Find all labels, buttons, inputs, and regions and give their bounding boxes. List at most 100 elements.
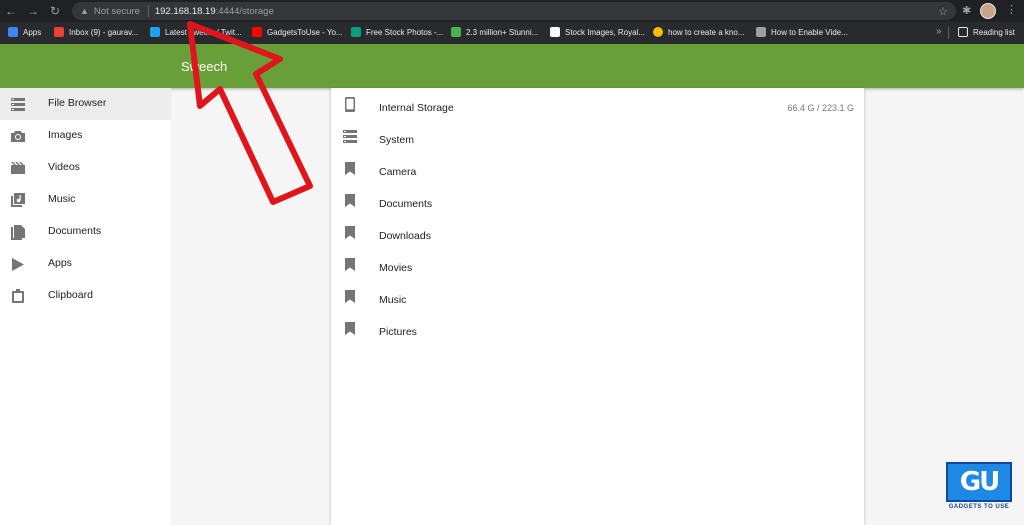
storage-item-label: Pictures xyxy=(379,326,417,338)
sidebar-item-label: Videos xyxy=(48,161,80,173)
storage-item-label: Internal Storage xyxy=(379,102,454,114)
storage-item-pictures[interactable]: Pictures xyxy=(331,312,864,344)
storage-item-label: System xyxy=(379,134,415,146)
twitter-icon xyxy=(150,27,160,37)
bookmark-enable-video[interactable]: How to Enable Vide... xyxy=(756,27,848,37)
logo-text: GADGETS TO USE xyxy=(948,504,1010,510)
bookmark-label: how to create a kno... xyxy=(668,27,745,37)
storage-item-label: Music xyxy=(379,294,407,306)
bookmark-stock-photos[interactable]: Free Stock Photos -... xyxy=(351,27,443,37)
url-path: :4444/storage xyxy=(215,5,274,17)
reading-list-button[interactable]: Reading list xyxy=(958,27,1015,37)
bookmark-icon xyxy=(343,289,357,303)
gadgets-to-use-logo: GU GADGETS TO USE xyxy=(946,462,1012,514)
sidebar-item-documents[interactable]: Documents xyxy=(0,216,171,248)
address-separator xyxy=(147,5,149,17)
play-icon xyxy=(11,257,25,271)
storage-item-label: Camera xyxy=(379,166,417,178)
bookmark-label: How to Enable Vide... xyxy=(771,27,848,37)
bookmark-star-icon[interactable]: ☆ xyxy=(938,5,948,18)
clipboard-icon xyxy=(11,289,25,303)
extensions-icon[interactable]: ✱ xyxy=(962,4,971,17)
logo-mark: GU xyxy=(946,462,1012,502)
sidebar-item-label: Images xyxy=(48,129,83,141)
sidebar-item-apps[interactable]: Apps xyxy=(0,248,171,280)
reload-icon[interactable]: ↻ xyxy=(44,0,66,22)
bookmarks-separator xyxy=(948,27,949,39)
bookmark-icon xyxy=(343,161,357,175)
bookmark-google-search[interactable]: how to create a kno... xyxy=(653,27,745,37)
sidebar-item-file-browser[interactable]: File Browser xyxy=(0,88,171,120)
site-icon xyxy=(756,27,766,37)
phone-icon xyxy=(343,96,357,112)
sidebar-item-music[interactable]: Music xyxy=(0,184,171,216)
app-title: Sweech xyxy=(181,59,228,74)
camera-icon xyxy=(11,129,25,143)
sidebar-item-label: Clipboard xyxy=(48,289,93,301)
bookmark-label: Latest Tweets / Twit... xyxy=(165,27,242,37)
sidebar-item-label: File Browser xyxy=(48,97,107,109)
storage-item-documents[interactable]: Documents xyxy=(331,184,864,216)
storage-item-system[interactable]: System xyxy=(331,120,864,152)
sidebar-item-videos[interactable]: Videos xyxy=(0,152,171,184)
storage-item-downloads[interactable]: Downloads xyxy=(331,216,864,248)
google-icon xyxy=(653,27,663,37)
storage-icon xyxy=(11,97,25,111)
forward-icon[interactable]: → xyxy=(22,0,44,22)
reading-list-icon xyxy=(958,27,968,37)
bookmark-stunning[interactable]: 2.3 million+ Stunni... xyxy=(451,27,538,37)
reading-list-label: Reading list xyxy=(973,27,1015,37)
storage-item-camera[interactable]: Camera xyxy=(331,152,864,184)
storage-size: 66.4 G / 223.1 G xyxy=(787,103,854,113)
storage-item-music[interactable]: Music xyxy=(331,280,864,312)
storage-item-label: Movies xyxy=(379,262,413,274)
gmail-icon xyxy=(54,27,64,37)
bookmark-apps[interactable]: Apps xyxy=(8,27,41,37)
warning-icon: ▲ xyxy=(80,6,89,16)
bookmark-stock-images[interactable]: Stock Images, Royal... xyxy=(550,27,645,37)
bookmark-twitter[interactable]: Latest Tweets / Twit... xyxy=(150,27,242,37)
storage-item-internal-storage[interactable]: Internal Storage 66.4 G / 223.1 G xyxy=(331,88,864,120)
pexels-icon xyxy=(351,27,361,37)
sidebar-item-label: Apps xyxy=(48,257,72,269)
url-host: 192.168.18.19 xyxy=(154,5,216,17)
bookmark-label: 2.3 million+ Stunni... xyxy=(466,27,539,37)
youtube-icon xyxy=(252,27,262,37)
sidebar: File Browser Images Videos Music Documen… xyxy=(0,88,171,525)
film-icon xyxy=(11,161,25,175)
more-bookmarks-icon[interactable]: » xyxy=(936,26,942,37)
back-icon[interactable]: ← xyxy=(0,0,22,22)
storage-item-label: Documents xyxy=(379,198,433,210)
storage-item-movies[interactable]: Movies xyxy=(331,248,864,280)
bookmark-label: Free Stock Photos -... xyxy=(366,27,444,37)
not-secure-label: Not secure xyxy=(93,5,140,17)
browser-toolbar: ← → ↻ ▲ Not secure 192.168.18.19:4444/st… xyxy=(0,0,1024,22)
bookmark-icon xyxy=(343,321,357,335)
bookmark-icon xyxy=(343,257,357,271)
sidebar-item-label: Music xyxy=(48,193,76,205)
storage-item-label: Downloads xyxy=(379,230,431,242)
bookmarks-bar: Apps Inbox (9) - gaurav... Latest Tweets… xyxy=(0,22,1024,44)
bookmark-inbox[interactable]: Inbox (9) - gaurav... xyxy=(54,27,138,37)
menu-icon[interactable]: ⋮ xyxy=(1006,3,1017,16)
music-library-icon xyxy=(11,193,25,207)
profile-avatar[interactable] xyxy=(980,3,996,19)
apps-grid-icon xyxy=(8,27,18,37)
istock-icon xyxy=(550,27,560,37)
sidebar-item-clipboard[interactable]: Clipboard xyxy=(0,280,171,312)
address-bar[interactable]: ▲ Not secure 192.168.18.19:4444/storage … xyxy=(72,2,956,20)
sidebar-item-label: Documents xyxy=(48,225,102,237)
bookmark-label: Inbox (9) - gaurav... xyxy=(69,27,139,37)
sidebar-item-images[interactable]: Images xyxy=(0,120,171,152)
bookmark-icon xyxy=(343,225,357,239)
documents-icon xyxy=(11,224,25,240)
storage-icon xyxy=(343,129,357,143)
bookmark-youtube[interactable]: GadgetsToUse - Yo... xyxy=(252,27,343,37)
app-bar: Sweech xyxy=(0,44,1024,88)
bookmark-label: Stock Images, Royal... xyxy=(565,27,646,37)
bookmark-icon xyxy=(343,193,357,207)
bookmark-label: Apps xyxy=(23,27,42,37)
bookmark-label: GadgetsToUse - Yo... xyxy=(267,27,343,37)
storage-list: Internal Storage 66.4 G / 223.1 G System… xyxy=(331,88,864,525)
pixabay-icon xyxy=(451,27,461,37)
